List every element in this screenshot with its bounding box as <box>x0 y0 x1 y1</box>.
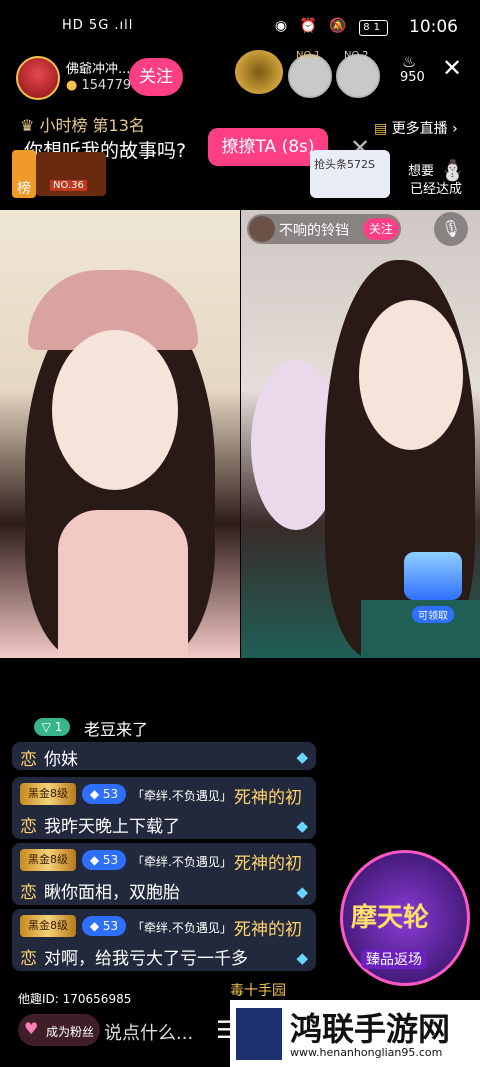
chat-text: 你妹 <box>44 750 78 770</box>
rank-1-label: NO.1 <box>296 50 321 61</box>
chat-top-fade <box>0 658 480 698</box>
diamond-icon: ◆ <box>296 817 308 835</box>
bond-tag: 「牵绊.不负遇见」 <box>132 921 232 935</box>
status-icons: ◉ ⏰ 🔕 81 <box>275 18 388 36</box>
diamond-icon: ◆ <box>296 883 308 901</box>
guest-tag[interactable]: 不响的铃铛 关注 <box>247 214 401 244</box>
want-text: 想要 <box>408 164 435 179</box>
follow-button[interactable]: 关注 <box>129 58 183 96</box>
status-bar: HD 5G .ıll ◉ ⏰ 🔕 81 10:06 <box>0 0 480 54</box>
hour-rank[interactable]: ♛ 小时榜 第13名 <box>20 112 145 136</box>
vip-level-badge: 黑金8级 <box>20 849 76 871</box>
comment-input[interactable]: 说点什么... <box>104 1019 193 1045</box>
rank-no: NO.36 <box>50 180 87 191</box>
lover-prefix: 恋 <box>20 750 37 770</box>
coin-icon: ● <box>66 78 78 93</box>
fire-icon: ♨ <box>402 52 417 71</box>
battery-icon: 81 <box>359 20 388 36</box>
carrier-signal: HD 5G .ıll <box>62 18 134 33</box>
sender-name[interactable]: 死神的初 <box>234 915 302 940</box>
become-fan-label: 成为粉丝 <box>46 1025 95 1039</box>
host-camera[interactable] <box>0 210 240 660</box>
claim-label[interactable]: 可领取 <box>412 606 454 623</box>
diamond-icon: ◆ <box>296 748 308 766</box>
cutoff-sender: 毒十手园 <box>230 983 286 999</box>
guest-name: 不响的铃铛 <box>279 223 349 239</box>
grab-head-text: 抢头条572S <box>314 158 375 171</box>
chat-text: 瞅你面相，双胞胎 <box>44 883 180 903</box>
arrival-level: 1 <box>54 720 63 734</box>
promo-subtitle: 臻品返场 <box>361 949 427 969</box>
achievement-icon: ⛄ <box>440 158 465 182</box>
become-fan-button[interactable]: ♥ 成为粉丝 <box>18 1014 100 1046</box>
vip-level-badge: 黑金8级 <box>20 783 76 805</box>
rank-2-label: NO.2 <box>344 50 369 61</box>
guest-avatar <box>249 216 275 242</box>
viewer-count[interactable]: 950 <box>400 70 425 85</box>
vip-level-badge: 黑金8级 <box>20 915 76 937</box>
host-face <box>52 330 178 490</box>
watermark-logo <box>236 1008 282 1060</box>
treasure-chest-icon[interactable] <box>404 552 462 600</box>
top-fan-crown-avatar[interactable] <box>235 50 283 94</box>
day-rank-badge[interactable]: NO.36 <box>36 152 106 196</box>
gem-level: 53 <box>102 853 119 867</box>
guest-face <box>359 300 463 450</box>
gem-level-badge: ◆ 53 <box>82 850 126 870</box>
watermark-overlay: 鸿联手游网 www.henanhonglian95.com <box>230 1000 480 1067</box>
sender-name[interactable]: 死神的初 <box>234 783 302 808</box>
chat-text: 对啊，给我亏大了亏一千多 <box>44 949 248 969</box>
promo-title: 摩天轮 <box>351 903 430 933</box>
streamer-name: 佛爺冲冲... <box>66 62 131 77</box>
hour-rank-tag[interactable]: 榜 <box>12 150 36 198</box>
chat-message[interactable]: 黑金8级 ◆ 53 「牵绊.不负遇见」 死神的初 恋 对啊，给我亏大了亏一千多 … <box>12 909 316 971</box>
chat-message[interactable]: 黑金8级 ◆ 53 「牵绊.不负遇见」 死神的初 恋 瞅你面相，双胞胎 ◆ <box>12 843 316 905</box>
likes-row: ● 154779 <box>66 78 131 93</box>
likes-count: 154779 <box>81 78 132 93</box>
heart-icon: ♥ <box>24 1019 39 1038</box>
lover-prefix: 恋 <box>20 949 37 969</box>
lover-prefix: 恋 <box>20 883 37 903</box>
arrival-notice: 老豆来了 <box>84 720 149 739</box>
microphone-icon[interactable]: 🎙 <box>434 212 468 246</box>
watermark-url: www.henanhonglian95.com <box>290 1046 443 1059</box>
host-shirt <box>58 510 188 658</box>
room-id: 他趣ID: 170656985 <box>18 992 132 1006</box>
watermark-title: 鸿联手游网 <box>290 1010 451 1048</box>
bond-tag: 「牵绊.不负遇见」 <box>132 855 232 869</box>
gem-level-badge: ◆ 53 <box>82 916 126 936</box>
clock: 10:06 <box>409 17 458 37</box>
guest-follow-button[interactable]: 关注 <box>363 218 399 240</box>
grab-head-badge[interactable]: 抢头条572S <box>310 150 390 198</box>
more-live-link[interactable]: ▤ 更多直播 › <box>374 118 458 138</box>
close-icon[interactable]: ✕ <box>442 54 462 82</box>
arrival-level-badge: ▽ 1 <box>34 718 70 736</box>
chat-message[interactable]: 恋 你妹 ◆ <box>12 742 316 770</box>
more-live-label: 更多直播 <box>391 121 448 137</box>
streamer-avatar[interactable] <box>16 56 60 100</box>
diamond-icon: ◆ <box>296 949 308 967</box>
gem-level: 53 <box>102 919 119 933</box>
chat-message[interactable]: 黑金8级 ◆ 53 「牵绊.不负遇见」 死神的初 恋 我昨天晚上下载了 ◆ <box>12 777 316 839</box>
lover-prefix: 恋 <box>20 817 37 837</box>
gem-level: 53 <box>102 787 119 801</box>
gem-level-badge: ◆ 53 <box>82 784 126 804</box>
bond-tag: 「牵绊.不负遇见」 <box>132 789 232 803</box>
hour-rank-text: 小时榜 第13名 <box>39 116 145 135</box>
ferris-wheel-promo[interactable]: 摩天轮 臻品返场 <box>340 850 470 986</box>
chat-text: 我昨天晚上下载了 <box>44 817 180 837</box>
live-icon: ▤ <box>374 121 388 137</box>
sender-name[interactable]: 死神的初 <box>234 849 302 874</box>
